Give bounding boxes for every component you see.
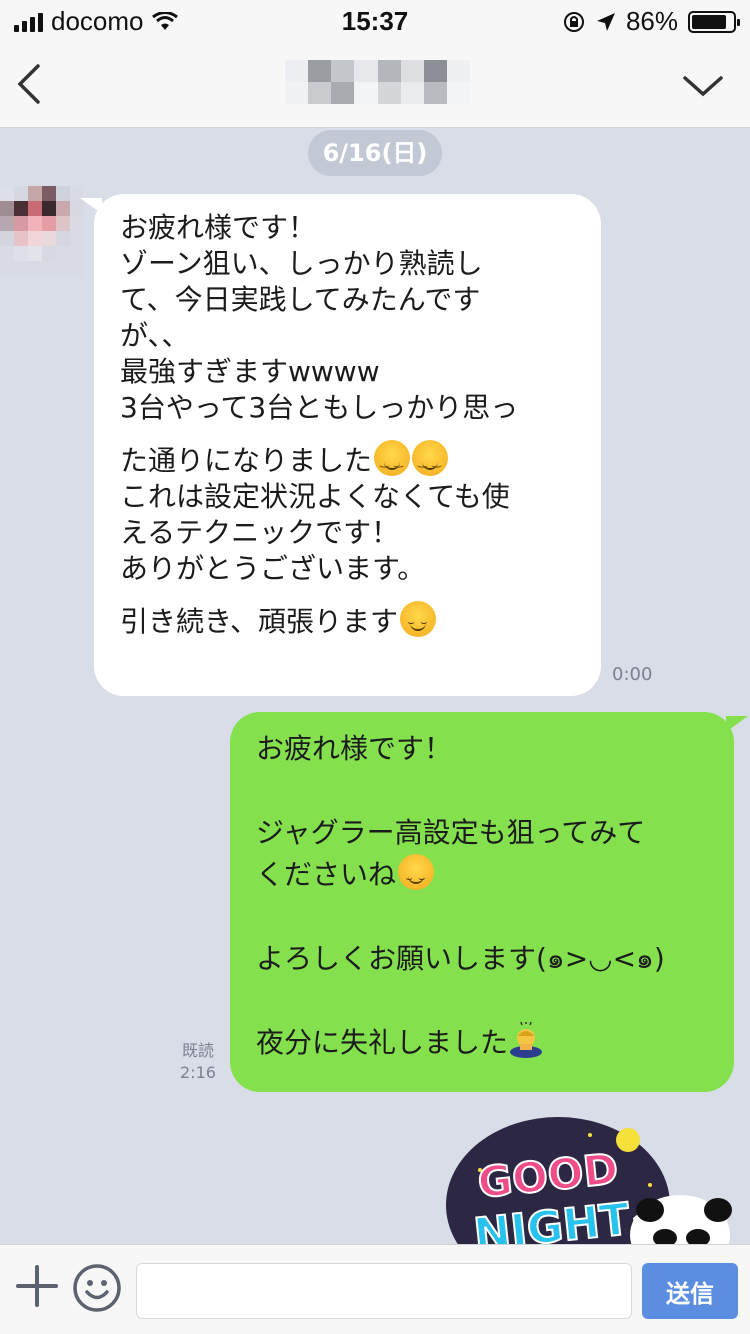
incoming-timestamp: 0:00 — [612, 664, 653, 685]
message-line — [256, 770, 714, 812]
message-input-bar: 送信 — [0, 1244, 750, 1334]
send-button[interactable]: 送信 — [642, 1263, 738, 1319]
message-line: ジャグラー高設定も狙ってみて — [256, 816, 646, 849]
emoji-icon[interactable] — [72, 1263, 122, 1313]
chevron-down-icon[interactable] — [682, 66, 724, 106]
status-bar: docomo 15:37 86% — [0, 0, 750, 40]
message-line: これは設定状況よくなくても使 — [120, 480, 510, 513]
chat-header — [0, 40, 750, 128]
outgoing-message-bubble[interactable]: お疲れ様です！ ジャグラー高設定も狙ってみて くださいね よろしくお願いします(… — [230, 712, 748, 1092]
message-input[interactable] — [136, 1263, 632, 1319]
message-line — [256, 896, 714, 938]
relieved-face-icon — [400, 601, 437, 641]
relieved-face-icon — [398, 854, 435, 900]
message-line: て、今日実践してみたんです — [120, 283, 481, 316]
message-line: た通りになりました — [120, 444, 373, 477]
good-night-sticker[interactable]: GOOD NIGHT~ — [440, 1110, 740, 1250]
message-line: よろしくお願いします(๑>◡<๑) — [256, 942, 665, 975]
location-icon — [596, 12, 615, 31]
plus-icon[interactable] — [16, 1265, 58, 1307]
read-receipt: 既読 2:16 — [180, 1040, 216, 1084]
message-line: お疲れ様です！ — [120, 211, 317, 244]
orientation-lock-icon — [563, 11, 584, 32]
battery-percent: 86% — [625, 6, 678, 36]
message-line: 最強すぎますwwww — [120, 355, 380, 388]
message-line: 夜分に失礼しました — [256, 1026, 509, 1059]
bowing-person-icon — [510, 1022, 543, 1058]
status-right: 86% — [562, 6, 740, 37]
message-line: えるテクニックです！ — [120, 516, 400, 549]
read-label: 既読 — [181, 1041, 214, 1060]
battery-icon — [688, 10, 740, 33]
incoming-message-bubble[interactable]: お疲れ様です！ ゾーン狙い、しっかり熟読し て、今日実践してみたんです が、、 … — [80, 194, 601, 696]
avatar[interactable] — [0, 186, 84, 276]
message-line: ありがとうございます。 — [120, 552, 426, 585]
message-line-with-emoji: 引き続き、頑張ります — [120, 601, 581, 641]
message-line: 3台やって3台ともしっかり思っ — [120, 391, 519, 424]
outgoing-timestamp: 2:16 — [180, 1063, 216, 1082]
message-line: ゾーン狙い、しっかり熟読し — [120, 247, 483, 280]
chevron-left-icon[interactable] — [12, 60, 52, 108]
incoming-message-text: お疲れ様です！ ゾーン狙い、しっかり熟読し て、今日実践してみたんです が、、 … — [120, 210, 581, 641]
message-line: お疲れ様です！ — [256, 732, 453, 765]
message-line: が、、 — [120, 319, 190, 352]
date-separator: 6/16(日) — [308, 130, 442, 176]
message-line-with-emoji: くださいね — [256, 854, 714, 900]
message-line-with-emoji: た通りになりました — [120, 440, 581, 480]
message-line: くださいね — [256, 858, 397, 891]
message-line — [256, 980, 714, 1022]
outgoing-message-text: お疲れ様です！ ジャグラー高設定も狙ってみて くださいね よろしくお願いします(… — [256, 728, 714, 1064]
message-line-with-emoji: 夜分に失礼しました — [256, 1022, 714, 1064]
smiling-face-icon — [412, 440, 449, 480]
smiling-face-icon — [374, 440, 411, 480]
message-line: 引き続き、頑張ります — [120, 605, 399, 638]
contact-name-blurred — [285, 60, 470, 104]
